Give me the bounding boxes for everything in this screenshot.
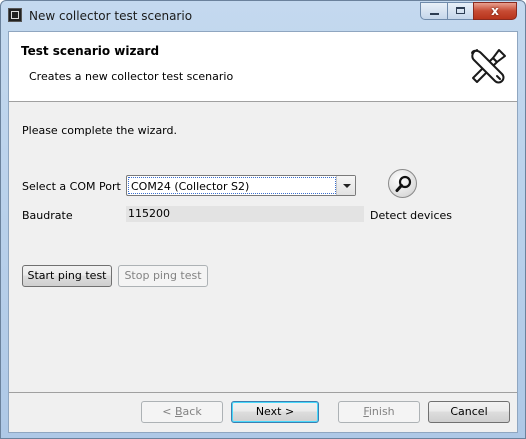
back-mnemonic: B	[175, 405, 183, 418]
minimize-icon	[430, 13, 439, 15]
start-ping-test-button[interactable]: Start ping test	[22, 265, 112, 287]
finish-rest: inish	[368, 405, 395, 418]
wizard-body: Please complete the wizard. Select a COM…	[9, 102, 517, 392]
back-button[interactable]: < Back	[141, 401, 223, 423]
detect-devices-button[interactable]	[388, 169, 417, 198]
dialog-client-area: Test scenario wizard Creates a new colle…	[8, 31, 518, 433]
com-port-label: Select a COM Port	[22, 180, 121, 193]
com-port-value: COM24 (Collector S2)	[131, 180, 250, 193]
next-button[interactable]: Next >	[231, 401, 319, 423]
minimize-button[interactable]	[420, 2, 447, 20]
chevron-down-icon[interactable]	[336, 176, 355, 195]
close-button[interactable]: x	[473, 2, 517, 20]
window-title: New collector test scenario	[29, 9, 193, 23]
tools-icon	[471, 49, 506, 84]
back-rest: ack	[182, 405, 202, 418]
baudrate-label: Baudrate	[22, 209, 73, 222]
com-port-select[interactable]: COM24 (Collector S2)	[126, 175, 356, 196]
cancel-button[interactable]: Cancel	[428, 401, 510, 423]
detect-devices-label: Detect devices	[370, 209, 453, 222]
back-prefix: <	[162, 405, 175, 418]
app-icon	[8, 8, 22, 22]
close-icon: x	[491, 4, 499, 18]
stop-ping-test-button[interactable]: Stop ping test	[118, 265, 208, 287]
wizard-window: New collector test scenario x Test scena…	[0, 0, 526, 439]
baudrate-field: 115200	[126, 206, 364, 222]
maximize-button[interactable]	[447, 2, 473, 20]
search-icon	[395, 175, 412, 192]
title-bar[interactable]: New collector test scenario x	[1, 1, 525, 31]
maximize-icon	[456, 7, 465, 14]
instruction-text: Please complete the wizard.	[22, 124, 177, 137]
finish-button[interactable]: Finish	[338, 401, 420, 423]
window-controls: x	[420, 2, 517, 21]
wizard-footer: < Back Next > Finish Cancel	[9, 392, 517, 433]
wizard-header: Test scenario wizard Creates a new colle…	[9, 32, 517, 102]
wizard-description: Creates a new collector test scenario	[29, 70, 234, 83]
wizard-title: Test scenario wizard	[21, 44, 160, 58]
